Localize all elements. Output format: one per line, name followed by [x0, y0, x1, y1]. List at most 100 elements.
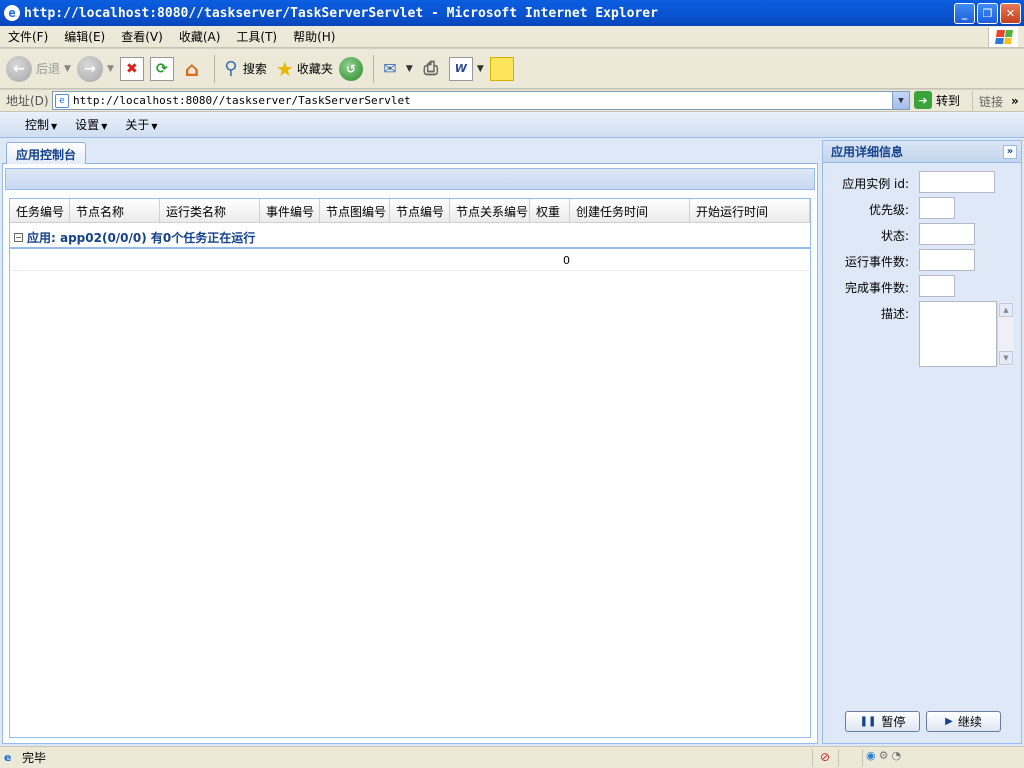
home-icon: ⌂ [184, 56, 200, 81]
app-menu-control[interactable]: 控制 ▼ [22, 114, 60, 135]
pause-icon: ❚❚ [859, 716, 877, 727]
col-start-time[interactable]: 开始运行时间 [690, 199, 810, 223]
col-class-name[interactable]: 运行类名称 [160, 199, 260, 223]
refresh-icon: ⟳ [149, 56, 174, 81]
menu-favorites[interactable]: 收藏(A) [171, 28, 229, 45]
links-label: 链接 [979, 94, 1004, 109]
group-row[interactable]: − 应用: app02(0/0/0) 有0个任务正在运行 [10, 227, 810, 249]
tab-app-console[interactable]: 应用控制台 [6, 142, 87, 165]
mail-dropdown-icon[interactable]: ▼ [406, 64, 413, 74]
links-button[interactable]: 链接 » [972, 91, 1019, 111]
instance-id-input[interactable] [919, 171, 995, 193]
links-more-icon[interactable]: » [1011, 94, 1019, 108]
description-textarea[interactable] [919, 301, 997, 367]
running-events-label: 运行事件数: [844, 255, 909, 269]
forward-button[interactable]: → ▼ [76, 55, 114, 82]
stop-button[interactable]: ✖ [119, 56, 144, 81]
notes-button[interactable] [489, 56, 514, 81]
edit-button[interactable]: W ▼ [448, 56, 484, 81]
description-label: 描述: [880, 307, 909, 321]
status-input[interactable] [919, 223, 975, 245]
security-zone[interactable]: ◉ ⚙ ◔ [866, 749, 901, 762]
go-label: 转到 [936, 93, 961, 108]
address-dropdown-icon[interactable]: ▼ [892, 92, 909, 109]
app-menu-about[interactable]: 关于 ▼ [122, 114, 160, 135]
history-icon: ↺ [338, 56, 363, 81]
search-label: 搜索 [242, 62, 267, 76]
collapse-panel-icon[interactable]: » [1003, 145, 1017, 159]
app-menu-settings-label: 设置 [75, 118, 100, 132]
search-button[interactable]: ⚲ 搜索 [219, 57, 267, 81]
status-separator [838, 749, 839, 767]
scroll-up-icon[interactable]: ▲ [999, 303, 1013, 317]
back-arrow-icon: ← [6, 55, 32, 82]
col-event-id[interactable]: 事件编号 [260, 199, 320, 223]
col-graph-id[interactable]: 节点图编号 [320, 199, 390, 223]
favorites-button[interactable]: ★ 收藏夹 [273, 57, 333, 81]
table-row[interactable]: 0 [10, 251, 810, 271]
forward-dropdown-icon[interactable]: ▼ [107, 64, 114, 74]
chevron-down-icon: ▼ [151, 122, 158, 131]
favorites-star-icon: ★ [275, 56, 294, 81]
scroll-down-icon[interactable]: ▼ [999, 351, 1013, 365]
menu-view[interactable]: 查看(V) [113, 28, 171, 45]
back-button[interactable]: ← 后退 ▼ [6, 55, 71, 82]
field-running-events: 运行事件数: [823, 249, 1021, 271]
forward-arrow-icon: → [76, 55, 103, 82]
task-grid: 任务编号 节点名称 运行类名称 事件编号 节点图编号 节点编号 节点关系编号 权… [9, 198, 811, 738]
col-relation-id[interactable]: 节点关系编号 [450, 199, 530, 223]
col-weight[interactable]: 权重 [530, 199, 570, 223]
popup-blocked-icon[interactable]: ⊘ [820, 750, 830, 764]
back-label: 后退 [36, 62, 61, 76]
minimize-button[interactable]: _ [954, 2, 975, 24]
grid-header: 任务编号 节点名称 运行类名称 事件编号 节点图编号 节点编号 节点关系编号 权… [10, 199, 810, 223]
go-button[interactable]: ➔ 转到 [914, 91, 960, 109]
pause-button[interactable]: ❚❚ 暂停 [845, 711, 920, 732]
col-node-name[interactable]: 节点名称 [70, 199, 160, 223]
tab-strip: 应用控制台 [2, 140, 818, 165]
menu-help[interactable]: 帮助(H) [285, 28, 343, 45]
window-titlebar: e http://localhost:8080//taskserver/Task… [0, 0, 1024, 26]
status-separator [812, 749, 813, 767]
edit-dropdown-icon[interactable]: ▼ [477, 64, 484, 74]
restore-button[interactable]: ❐ [977, 2, 998, 24]
mail-button[interactable]: ✉ ▼ [378, 57, 413, 81]
address-input[interactable]: e http://localhost:8080//taskserver/Task… [52, 91, 910, 110]
menu-file[interactable]: 文件(F) [0, 28, 56, 45]
history-button[interactable]: ↺ [338, 56, 363, 81]
window-title: http://localhost:8080//taskserver/TaskSe… [24, 5, 658, 21]
menu-bar: 文件(F) 编辑(E) 查看(V) 收藏(A) 工具(T) 帮助(H) [0, 26, 1024, 48]
print-button[interactable]: ⎙ [419, 57, 443, 81]
app-menu-about-label: 关于 [125, 118, 150, 132]
resume-button[interactable]: ▶ 继续 [926, 711, 1001, 732]
app-menu-settings[interactable]: 设置 ▼ [72, 114, 110, 135]
mail-icon: ✉ [383, 59, 397, 78]
page-done-icon: e [4, 750, 12, 764]
details-panel: 应用详细信息 » 应用实例 id: 优先级: 状态: 运行事件数: 完成事件数:… [822, 140, 1022, 744]
home-button[interactable]: ⌂ [180, 57, 204, 81]
back-dropdown-icon[interactable]: ▼ [64, 64, 71, 74]
status-label: 状态: [880, 229, 909, 243]
console-panel: 应用控制台 任务编号 节点名称 运行类名称 事件编号 节点图编号 节点编号 节点… [2, 140, 818, 744]
close-button[interactable]: ✕ [1000, 2, 1021, 24]
collapse-toggle-icon[interactable]: − [14, 232, 23, 242]
address-bar: 地址(D) e http://localhost:8080//taskserve… [0, 90, 1024, 112]
printer-icon: ⎙ [423, 58, 439, 79]
description-scrollbar[interactable]: ▲ ▼ [997, 302, 1014, 366]
status-separator [862, 749, 863, 767]
menu-tools[interactable]: 工具(T) [228, 28, 285, 45]
stop-icon: ✖ [119, 56, 144, 81]
completed-events-input[interactable] [919, 275, 955, 297]
col-created-time[interactable]: 创建任务时间 [570, 199, 690, 223]
go-arrow-icon: ➔ [914, 91, 932, 109]
field-completed-events: 完成事件数: [823, 275, 1021, 297]
col-task-id[interactable]: 任务编号 [10, 199, 70, 223]
browser-toolbar: ← 后退 ▼ → ▼ ✖ ⟳ ⌂ ⚲ 搜索 ★ 收藏夹 ↺ ✉ ▼ ⎙ W ▼ [0, 49, 1024, 89]
ie-logo-icon: e [4, 5, 20, 21]
group-label: 应用: app02(0/0/0) 有0个任务正在运行 [27, 230, 256, 245]
col-node-id[interactable]: 节点编号 [390, 199, 450, 223]
menu-edit[interactable]: 编辑(E) [56, 28, 113, 45]
priority-input[interactable] [919, 197, 955, 219]
refresh-button[interactable]: ⟳ [149, 56, 174, 81]
running-events-input[interactable] [919, 249, 975, 271]
